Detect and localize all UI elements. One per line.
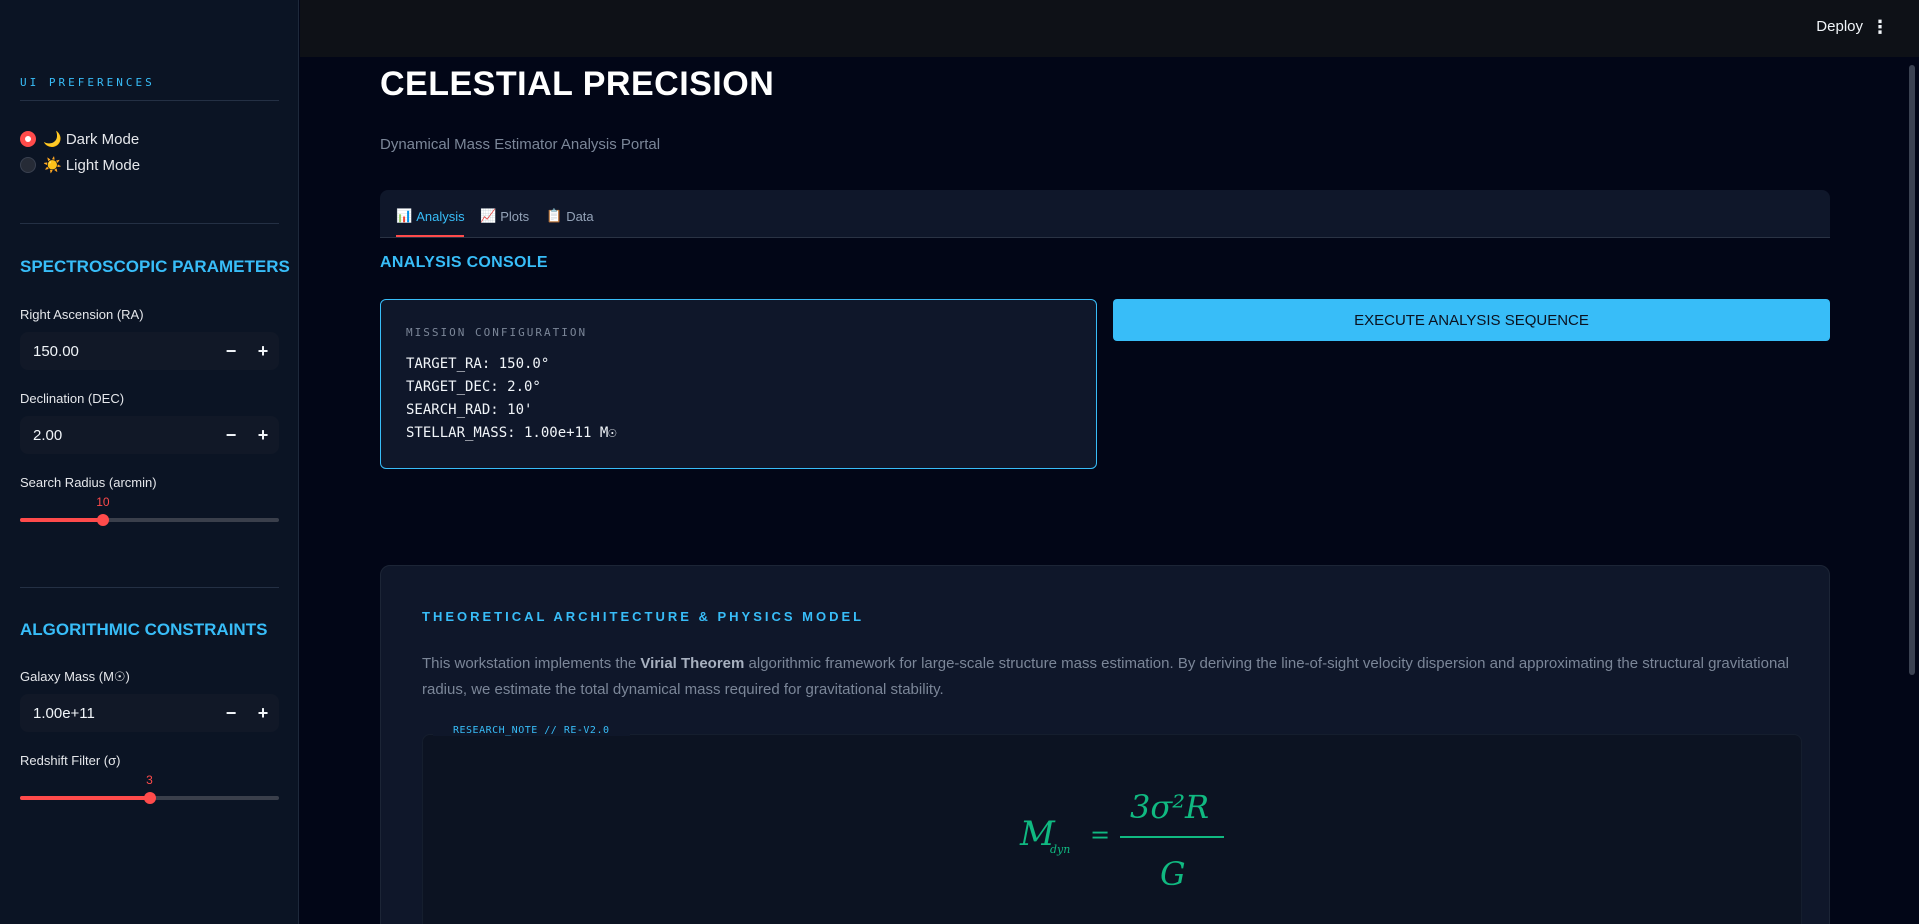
redshift-filter-slider[interactable]: 3 (20, 773, 279, 809)
theory-heading: THEORETICAL ARCHITECTURE & PHYSICS MODEL (422, 609, 865, 624)
dec-value[interactable]: 2.00 (20, 427, 215, 444)
config-line: STELLAR_MASS: 1.00e+11 M☉ (406, 425, 617, 441)
dec-input[interactable]: 2.00 − + (20, 416, 279, 454)
galaxy-mass-label: Galaxy Mass (M☉) (20, 669, 130, 684)
ra-label: Right Ascension (RA) (20, 307, 144, 322)
tab-analysis[interactable]: 📊 Analysis (396, 208, 465, 224)
slider-thumb[interactable] (143, 792, 156, 804)
redshift-filter-label: Redshift Filter (σ) (20, 753, 121, 768)
tab-analysis-label: Analysis (416, 208, 465, 224)
slider-thumb[interactable] (96, 514, 109, 526)
mass-decrement-button[interactable]: − (215, 694, 247, 732)
dec-decrement-button[interactable]: − (215, 416, 247, 454)
active-tab-indicator (396, 235, 464, 237)
theory-card: THEORETICAL ARCHITECTURE & PHYSICS MODEL… (380, 565, 1830, 924)
light-mode-radio[interactable]: ☀️ Light Mode (20, 156, 140, 174)
galaxy-mass-value[interactable]: 1.00e+11 (20, 705, 215, 722)
virial-theorem-term: Virial Theorem (640, 655, 745, 672)
ui-preferences-caption: UI PREFERENCES (20, 76, 155, 89)
dark-mode-radio[interactable]: 🌙 Dark Mode (20, 130, 139, 148)
dark-mode-label: 🌙 Dark Mode (43, 131, 140, 148)
bar-chart-icon: 📊 (396, 208, 413, 223)
tab-plots-label: Plots (500, 208, 530, 224)
ra-decrement-button[interactable]: − (215, 332, 247, 370)
divider (20, 100, 279, 101)
mission-configuration-caption: MISSION CONFIGURATION (406, 326, 588, 339)
search-radius-slider[interactable]: 10 (20, 495, 279, 531)
scrollbar-thumb[interactable] (1909, 65, 1915, 675)
galaxy-mass-input[interactable]: 1.00e+11 − + (20, 694, 279, 732)
slider-fill (20, 518, 103, 522)
research-note-tag: RESEARCH_NOTE // RE-V2.0 (433, 725, 630, 736)
ra-value[interactable]: 150.00 (20, 343, 215, 360)
spectroscopic-parameters-heading: SPECTROSCOPIC PARAMETERS (20, 257, 290, 276)
dec-increment-button[interactable]: + (247, 416, 279, 454)
ra-increment-button[interactable]: + (247, 332, 279, 370)
config-line: TARGET_RA: 150.0° (406, 356, 550, 372)
mission-configuration-panel: MISSION CONFIGURATION TARGET_RA: 150.0° … (380, 299, 1097, 469)
sidebar: UI PREFERENCES 🌙 Dark Mode ☀️ Light Mode… (0, 0, 299, 924)
analysis-console-heading: ANALYSIS CONSOLE (380, 254, 548, 271)
formula-numerator: 3σ²R (1130, 788, 1209, 826)
research-note-panel: RESEARCH_NOTE // RE-V2.0 M dyn = 3σ²R G (422, 725, 1802, 924)
top-header: Deploy ⋮ (300, 0, 1919, 57)
execute-analysis-button[interactable]: EXECUTE ANALYSIS SEQUENCE (1113, 299, 1830, 341)
tab-bar: 📊 Analysis 📈 Plots 📋 Data (380, 190, 1830, 238)
formula-subscript: dyn (1050, 843, 1070, 856)
line-chart-icon: 📈 (480, 208, 497, 223)
main-scrollbar[interactable] (1905, 57, 1919, 924)
slider-fill (20, 796, 150, 800)
config-line: TARGET_DEC: 2.0° (406, 379, 541, 395)
dec-label: Declination (DEC) (20, 391, 125, 406)
more-menu-icon[interactable]: ⋮ (1871, 17, 1889, 38)
divider (20, 223, 279, 224)
radio-selected-icon (20, 131, 36, 147)
search-radius-label: Search Radius (arcmin) (20, 475, 157, 490)
ra-input[interactable]: 150.00 − + (20, 332, 279, 370)
search-radius-value: 10 (96, 495, 110, 509)
tab-plots[interactable]: 📈 Plots (480, 208, 529, 224)
radio-unselected-icon (20, 157, 36, 173)
clipboard-icon: 📋 (546, 208, 563, 223)
redshift-filter-value: 3 (146, 773, 153, 787)
deploy-button[interactable]: Deploy (1816, 18, 1863, 35)
algorithmic-constraints-heading: ALGORITHMIC CONSTRAINTS (20, 620, 268, 639)
virial-formula: M dyn = 3σ²R G (1019, 788, 1224, 893)
tab-data[interactable]: 📋 Data (546, 208, 594, 224)
formula-equals: = (1090, 821, 1110, 849)
divider (20, 587, 279, 588)
formula-denominator: G (1160, 855, 1186, 893)
theory-description: This workstation implements the Virial T… (422, 655, 1789, 698)
tab-data-label: Data (566, 208, 594, 224)
light-mode-label: ☀️ Light Mode (43, 157, 141, 174)
page-subtitle: Dynamical Mass Estimator Analysis Portal (380, 136, 661, 153)
config-line: SEARCH_RAD: 10' (406, 402, 533, 418)
mass-increment-button[interactable]: + (247, 694, 279, 732)
page-title: CELESTIAL PRECISION (380, 65, 775, 103)
